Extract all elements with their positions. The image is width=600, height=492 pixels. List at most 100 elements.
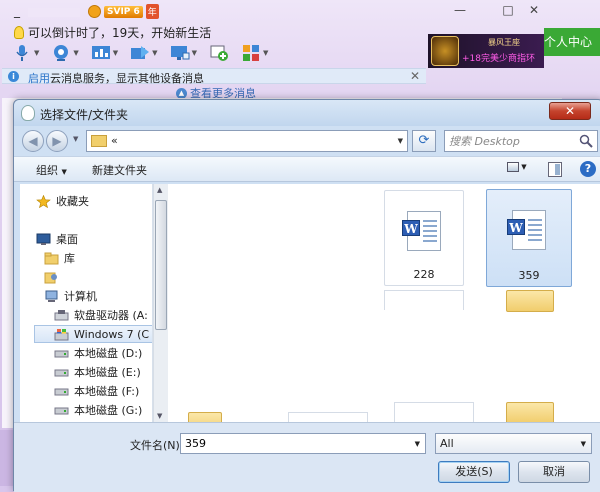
chevron-down-icon[interactable]: ▼ [398, 137, 403, 145]
voice-tool[interactable]: ▼ [12, 44, 39, 62]
file-item-partial[interactable] [384, 290, 464, 310]
scroll-up-icon[interactable]: ▲ [157, 186, 162, 194]
file-transfer-tool[interactable]: ▼ [130, 44, 158, 62]
file-item-partial[interactable] [288, 412, 368, 422]
organize-button[interactable]: 组织 ▼ [36, 162, 67, 178]
chevron-down-icon: ▼ [34, 49, 40, 57]
nav-item-e-drive[interactable]: 本地磁盘 (E:) [54, 363, 141, 381]
folder-icon[interactable] [506, 402, 554, 422]
cloud-message-bar: i 启用云消息服务，显示其他设备消息 ✕ [2, 68, 426, 86]
maximize-button[interactable]: □ [500, 3, 516, 17]
refresh-button[interactable]: ⟳ [412, 130, 436, 152]
folder-icon[interactable] [506, 290, 554, 312]
close-icon[interactable]: ✕ [410, 69, 420, 83]
file-item-228[interactable]: W 228 [384, 190, 464, 286]
chevron-down-icon: ▼ [73, 49, 79, 57]
nickname-redacted [28, 8, 80, 17]
game-ad-banner[interactable]: 暴风王座 +18完美少商指环 [428, 34, 544, 68]
floppy-drive-icon [54, 309, 69, 320]
app-tool[interactable]: ▼ [91, 44, 118, 62]
file-list: W 228 W 359 [168, 184, 600, 422]
cloud-message-desc: 云消息服务，显示其他设备消息 [50, 72, 204, 85]
minimize-button[interactable]: — [452, 3, 468, 17]
nav-label: 库 [64, 252, 75, 265]
svip-badge[interactable]: SVIP 6 年 [88, 4, 159, 19]
star-icon [36, 194, 51, 208]
new-folder-button[interactable]: 新建文件夹 [92, 162, 147, 178]
cloud-message-text: 启用云消息服务，显示其他设备消息 [28, 70, 204, 86]
nav-label: 收藏夹 [56, 195, 89, 208]
search-input[interactable] [449, 133, 575, 149]
word-document-icon: W [507, 210, 546, 250]
video-tool[interactable]: ▼ [51, 44, 79, 62]
chevron-down-icon: ▼ [191, 49, 197, 57]
svip-year: 年 [145, 4, 159, 19]
view-icon [507, 162, 519, 172]
address-bar[interactable]: « ▼ [86, 130, 408, 152]
scroll-down-icon[interactable]: ▼ [157, 412, 162, 420]
enable-link[interactable]: 启用 [28, 72, 50, 85]
dialog-titlebar: 选择文件/文件夹 ✕ [14, 100, 600, 126]
monitor-icon [170, 46, 190, 60]
file-item-partial[interactable] [394, 402, 474, 422]
close-button[interactable]: ✕ [526, 3, 542, 17]
nav-item-c-drive[interactable]: Windows 7 (C [34, 325, 152, 343]
apps-grid-tool[interactable]: ▼ [241, 44, 268, 62]
chevron-down-icon: ▼ [580, 440, 586, 448]
filename-input[interactable] [185, 436, 405, 451]
info-icon: i [8, 71, 19, 82]
hard-disk-icon [54, 350, 69, 357]
hard-disk-icon [54, 407, 69, 414]
cancel-button[interactable]: 取消 [518, 461, 590, 483]
chevron-up-icon: ▲ [176, 87, 187, 99]
preview-pane-button[interactable] [548, 162, 562, 177]
svip-level: SVIP 6 [104, 5, 143, 18]
nav-item-desktop[interactable]: 桌面 [36, 230, 78, 248]
qq-titlebar: _ SVIP 6 年 — □ ✕ [0, 0, 600, 22]
hard-disk-icon [54, 388, 69, 395]
personal-center-button[interactable]: 个人中心 [544, 28, 600, 56]
folder-icon [91, 135, 107, 147]
nav-label: Windows 7 (C [74, 327, 150, 341]
nav-item-d-drive[interactable]: 本地磁盘 (D:) [54, 344, 142, 362]
folder-icon[interactable] [188, 412, 222, 422]
nav-item-favorites[interactable]: 收藏夹 [36, 192, 89, 210]
address-row: ◀ ▶ ▼ « ▼ ⟳ [20, 129, 598, 153]
status-message-text: 可以倒计时了，19天，开始新生活 [28, 26, 212, 40]
nav-label: 软盘驱动器 (A: [74, 309, 148, 322]
filename-combobox: ▼ [180, 433, 426, 454]
filetype-select[interactable]: All ▼ [435, 433, 592, 454]
chevron-down-icon[interactable]: ▼ [415, 440, 420, 448]
nav-item-library[interactable]: 库 [44, 249, 75, 267]
nav-item-g-drive[interactable]: 本地磁盘 (G:) [54, 401, 142, 419]
status-message[interactable]: 可以倒计时了，19天，开始新生活 [14, 24, 211, 41]
remote-desktop-tool[interactable]: ▼ [170, 44, 197, 62]
refresh-icon: ⟳ [418, 133, 430, 148]
nav-item-user[interactable] [44, 268, 64, 286]
nav-item-computer[interactable]: 计算机 [44, 287, 97, 305]
nav-item-f-drive[interactable]: 本地磁盘 (F:) [54, 382, 139, 400]
message-tool[interactable] [209, 44, 229, 62]
help-button[interactable]: ? [580, 161, 596, 177]
recent-pages-dropdown[interactable]: ▼ [73, 135, 78, 143]
address-path: « [111, 134, 118, 147]
back-button[interactable]: ◀ [22, 130, 44, 152]
apps-grid-icon [242, 45, 259, 61]
qq-penguin-icon [21, 105, 35, 121]
scrollbar-thumb[interactable] [155, 200, 167, 330]
chevron-down-icon: ▼ [262, 49, 269, 57]
nav-item-floppy[interactable]: 软盘驱动器 (A: [54, 306, 148, 324]
change-view-button[interactable]: ▼ [507, 162, 537, 178]
file-name: 228 [413, 268, 435, 281]
windows-drive-icon [54, 328, 69, 340]
dialog-close-button[interactable]: ✕ [549, 102, 591, 120]
file-item-359[interactable]: W 359 [486, 189, 572, 287]
command-bar: 组织 ▼ 新建文件夹 ▼ ? [14, 156, 600, 182]
forward-button[interactable]: ▶ [46, 130, 68, 152]
nav-scrollbar[interactable]: ▲ ▼ [153, 184, 168, 422]
hard-disk-icon [54, 369, 69, 376]
organize-label: 组织 [36, 164, 58, 177]
send-button[interactable]: 发送(S) [438, 461, 510, 483]
chevron-down-icon: ▼ [112, 49, 119, 57]
search-icon[interactable] [579, 134, 593, 148]
